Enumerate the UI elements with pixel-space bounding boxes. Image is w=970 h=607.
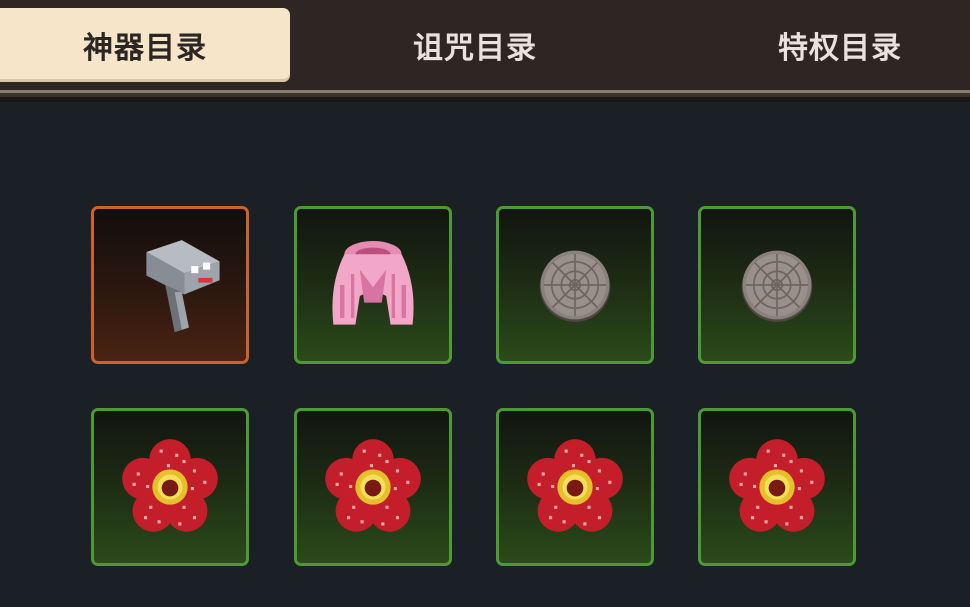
- item-slot-rafflesia-flower[interactable]: [496, 408, 654, 566]
- pistol-camera-icon: [146, 240, 220, 333]
- tab-artifacts[interactable]: 神器目录: [0, 8, 290, 82]
- item-grid: [91, 206, 861, 571]
- tab-privileges[interactable]: 特权目录: [690, 8, 970, 82]
- rafflesia-flower-icon: [725, 435, 829, 539]
- game-catalog-screen: 神器目录 诅咒目录 特权目录: [0, 0, 970, 607]
- rafflesia-flower-icon: [118, 435, 222, 539]
- manhole-cover-icon: [532, 242, 618, 328]
- item-slot-rafflesia-flower[interactable]: [294, 408, 452, 566]
- item-slot-rafflesia-flower[interactable]: [91, 408, 249, 566]
- catalog-tab-bar: 神器目录 诅咒目录 特权目录: [0, 0, 970, 93]
- rafflesia-flower-icon: [523, 435, 627, 539]
- pink-cloak-icon: [332, 241, 414, 325]
- item-slot-manhole-cover[interactable]: [496, 206, 654, 364]
- rafflesia-flower-icon: [321, 435, 425, 539]
- manhole-cover-icon: [734, 242, 820, 328]
- tab-curses[interactable]: 诅咒目录: [325, 8, 625, 82]
- item-slot-pink-cloak[interactable]: [294, 206, 452, 364]
- item-slot-rafflesia-flower[interactable]: [698, 408, 856, 566]
- item-slot-manhole-cover[interactable]: [698, 206, 856, 364]
- item-slot-pistol-camera[interactable]: [91, 206, 249, 364]
